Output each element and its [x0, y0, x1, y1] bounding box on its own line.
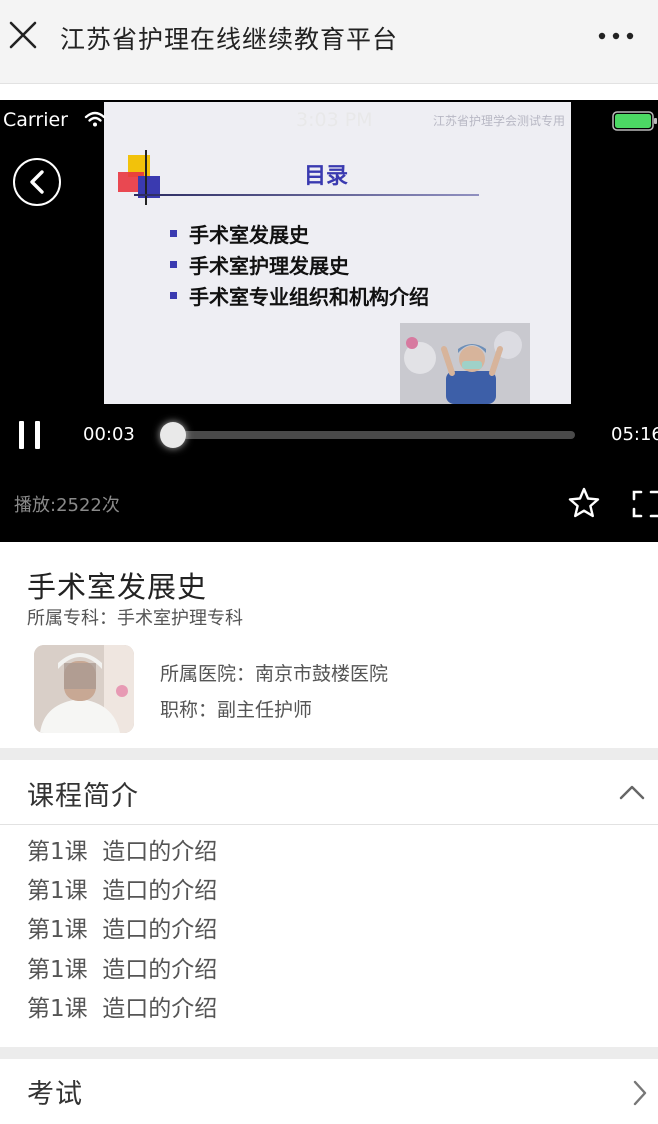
lesson-item[interactable]: 第1课 造口的介绍 — [27, 952, 217, 991]
slide-bullet-text: 手术室专业组织和机构介绍 — [189, 285, 429, 309]
play-count: 播放:2522次 — [14, 495, 120, 516]
lesson-item[interactable]: 第1课 造口的介绍 — [27, 834, 217, 873]
slide-bullet: 手术室护理发展史 — [170, 249, 429, 280]
video-frame: 江苏省护理学会测试专用 目录 手术室发展史 手术室护理发展史 手术室专业组织和机… — [104, 102, 571, 404]
exam-section-title[interactable]: 考试 — [27, 1072, 83, 1111]
course-title: 手术室发展史 — [27, 570, 208, 604]
section-divider — [0, 1047, 658, 1059]
slide-logo-graphic — [118, 150, 160, 205]
wifi-icon — [84, 111, 106, 127]
top-navbar: 江苏省护理在线继续教育平台 — [0, 0, 658, 84]
more-icon[interactable] — [596, 24, 636, 48]
slide-bullet: 手术室专业组织和机构介绍 — [170, 280, 429, 311]
avatar — [34, 645, 134, 733]
chevron-left-icon — [30, 170, 44, 194]
lesson-item[interactable]: 第1课 造口的介绍 — [27, 912, 217, 951]
bullet-marker — [170, 261, 177, 268]
chevron-right-icon[interactable] — [630, 1078, 650, 1108]
close-icon[interactable] — [6, 18, 40, 52]
progress-bar[interactable] — [162, 431, 575, 439]
slide-bullet: 手术室发展史 — [170, 218, 429, 249]
lesson-item[interactable]: 第1课 造口的介绍 — [27, 873, 217, 912]
section-separator — [0, 824, 658, 825]
slide-heading: 目录 — [304, 164, 349, 189]
back-button[interactable] — [13, 158, 61, 206]
current-time: 00:03 — [83, 424, 135, 445]
status-carrier: Carrier — [3, 109, 68, 131]
lesson-item[interactable]: 第1课 造口的介绍 — [27, 991, 217, 1030]
section-divider — [0, 748, 658, 760]
page-title: 江苏省护理在线继续教育平台 — [60, 25, 399, 54]
pause-icon[interactable] — [18, 420, 42, 450]
spacer — [0, 84, 658, 100]
lesson-list: 第1课 造口的介绍 第1课 造口的介绍 第1课 造口的介绍 第1课 造口的介绍 … — [27, 834, 217, 1030]
intro-section-title[interactable]: 课程简介 — [27, 774, 139, 813]
fullscreen-icon[interactable] — [631, 489, 658, 519]
chevron-up-icon[interactable] — [618, 782, 646, 802]
hospital-label: 所属医院：南京市鼓楼医院 — [160, 663, 389, 685]
course-specialty: 所属专科：手术室护理专科 — [27, 608, 243, 629]
slide-watermark: 江苏省护理学会测试专用 — [432, 114, 565, 128]
star-icon[interactable] — [567, 486, 601, 520]
progress-thumb[interactable] — [160, 422, 186, 448]
video-player[interactable]: 江苏省护理学会测试专用 目录 手术室发展史 手术室护理发展史 手术室专业组织和机… — [0, 100, 658, 542]
slide-divider — [134, 194, 479, 196]
battery-icon — [612, 111, 657, 131]
status-time: 3:03 PM — [296, 109, 373, 131]
bullet-marker — [170, 292, 177, 299]
total-time: 05:16 — [611, 424, 658, 445]
surgeon-photo — [400, 323, 530, 404]
slide-bullet-text: 手术室护理发展史 — [189, 254, 349, 278]
slide-bullet-list: 手术室发展史 手术室护理发展史 手术室专业组织和机构介绍 — [170, 218, 429, 311]
job-title-label: 职称：副主任护师 — [160, 699, 313, 721]
slide-bullet-text: 手术室发展史 — [189, 223, 309, 247]
bullet-marker — [170, 230, 177, 237]
